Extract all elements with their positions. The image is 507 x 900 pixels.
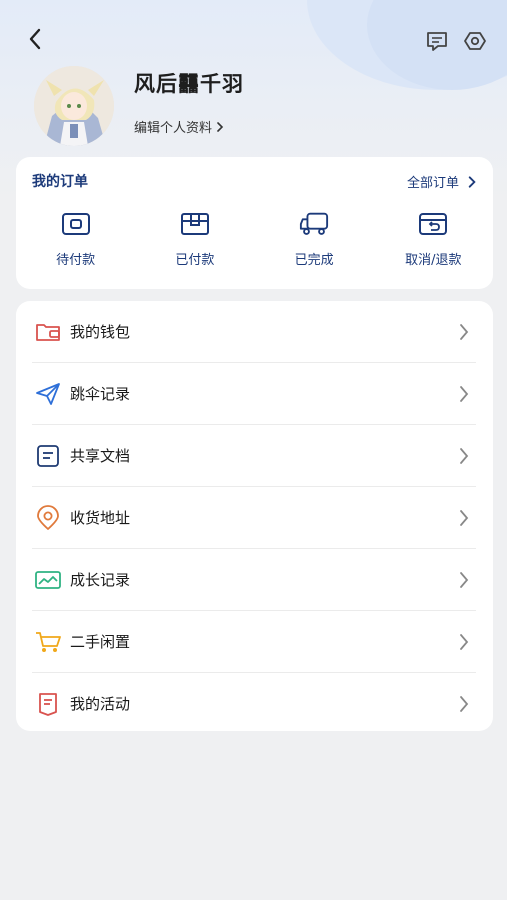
chevron-right-icon xyxy=(460,323,469,340)
orders-title: 我的订单 xyxy=(32,174,88,190)
edit-profile-link[interactable]: 编辑个人资料 xyxy=(134,117,226,136)
chevron-right-icon xyxy=(217,121,224,132)
order-pending-payment[interactable]: 待付款 xyxy=(16,209,135,268)
settings-button[interactable] xyxy=(462,28,488,54)
location-icon xyxy=(37,504,59,530)
order-item-label: 取消/退款 xyxy=(405,253,462,268)
order-item-label: 已完成 xyxy=(294,253,334,268)
menu-item-label: 共享文档 xyxy=(70,447,131,465)
bookmark-icon xyxy=(39,692,57,716)
menu-item-label: 我的活动 xyxy=(70,695,131,713)
menu-item-skydiving-records[interactable]: 跳伞记录 xyxy=(32,363,476,424)
order-completed[interactable]: 已完成 xyxy=(255,209,374,268)
menu-item-label: 收货地址 xyxy=(70,509,131,527)
username: 风后䨻千羽 xyxy=(134,72,244,96)
all-orders-link[interactable]: 全部订单 xyxy=(407,172,479,191)
menu-item-shared-documents[interactable]: 共享文档 xyxy=(32,425,476,486)
menu-item-label: 跳伞记录 xyxy=(70,385,131,403)
menu-card: 我的钱包 跳伞记录 共享文档 收货地址 成长记录 二手闲置 我的活动 xyxy=(16,301,493,731)
chevron-left-icon xyxy=(29,28,41,50)
messages-button[interactable] xyxy=(424,28,450,54)
order-paid[interactable]: 已付款 xyxy=(135,209,254,268)
menu-item-my-activities[interactable]: 我的活动 xyxy=(32,673,476,734)
chevron-right-icon xyxy=(460,447,469,464)
chevron-right-icon xyxy=(460,509,469,526)
wallet-icon xyxy=(61,213,90,235)
order-item-label: 待付款 xyxy=(56,253,96,268)
orders-card: 我的订单 全部订单 待付款 已付款 已完成 取消/退款 xyxy=(16,157,493,289)
chevron-right-icon xyxy=(460,633,469,650)
message-icon xyxy=(427,32,447,51)
cart-icon xyxy=(36,631,61,652)
menu-item-shipping-address[interactable]: 收货地址 xyxy=(32,487,476,548)
menu-item-label: 我的钱包 xyxy=(70,323,131,341)
menu-item-second-hand[interactable]: 二手闲置 xyxy=(32,611,476,672)
package-icon xyxy=(180,213,209,235)
menu-item-wallet[interactable]: 我的钱包 xyxy=(32,301,476,362)
menu-item-label: 二手闲置 xyxy=(70,633,131,651)
refund-icon xyxy=(419,213,448,235)
chevron-right-icon xyxy=(468,175,476,188)
avatar-image xyxy=(34,66,114,146)
avatar[interactable] xyxy=(34,66,114,146)
document-icon xyxy=(37,444,59,467)
chevron-right-icon xyxy=(460,695,469,712)
menu-item-label: 成长记录 xyxy=(70,571,131,589)
wallet-icon xyxy=(36,323,60,341)
all-orders-label: 全部订单 xyxy=(406,176,459,191)
order-refund[interactable]: 取消/退款 xyxy=(374,209,493,268)
send-icon xyxy=(36,382,60,405)
chart-icon xyxy=(35,570,61,589)
truck-icon xyxy=(300,212,329,235)
settings-icon xyxy=(464,32,486,50)
chevron-right-icon xyxy=(460,571,469,588)
order-item-label: 已付款 xyxy=(175,253,215,268)
edit-profile-label: 编辑个人资料 xyxy=(134,121,213,136)
back-button[interactable] xyxy=(20,24,50,54)
menu-item-growth-records[interactable]: 成长记录 xyxy=(32,549,476,610)
chevron-right-icon xyxy=(460,385,469,402)
